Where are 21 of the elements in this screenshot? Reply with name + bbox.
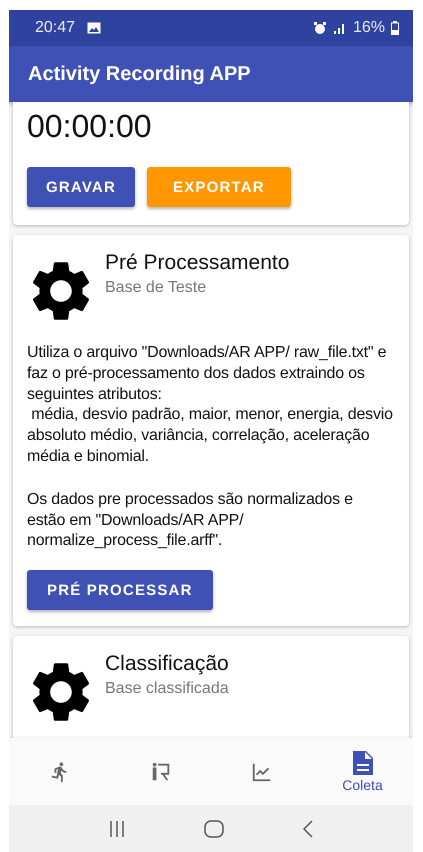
card-title: Pré Processamento (105, 251, 290, 275)
description-text: Utiliza o arquivo "Downloads/AR APP/ raw_file.txt" e faz o pré-processamento dos dados extraindo os seguintes atributos: média, desvio padrão, maior, menor, energia, desvio absoluto médio, variância, correlação, aceleração média e binomial. (27, 343, 394, 467)
signal-icon (332, 22, 347, 34)
alarm-icon (312, 21, 327, 35)
back-icon[interactable] (302, 820, 314, 838)
recent-apps-icon[interactable] (108, 820, 126, 836)
description-text: Os dados pre processados são normalizados e estão em "Downloads/AR APP/ normalize_process_file.arff". (27, 490, 354, 552)
preprocess-button[interactable]: PRÉ PROCESSAR (27, 570, 213, 610)
nav-tab[interactable]: Coleta (312, 738, 413, 805)
app-title: Activity Recording APP (28, 62, 251, 86)
timer-display: 00:00:00 (27, 108, 153, 145)
clock-time: 20:47 (35, 19, 76, 37)
card-subtitle: Base classificada (105, 680, 229, 698)
action-button[interactable]: GRAVAR (27, 167, 135, 207)
battery-icon (391, 21, 399, 35)
card-subtitle: Base de Teste (105, 279, 208, 297)
battery-percent: 16% (352, 19, 385, 37)
document-icon (352, 750, 372, 774)
home-icon[interactable] (204, 820, 224, 838)
image-icon (87, 22, 102, 34)
card-title: Classificação (105, 652, 229, 676)
